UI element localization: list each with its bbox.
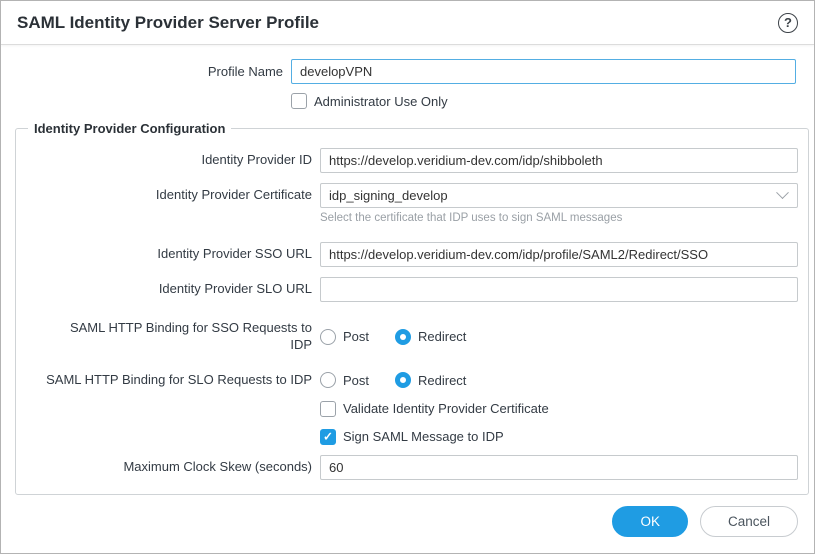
idp-config-fieldset: Identity Provider Configuration Identity… [15,121,809,495]
sso-binding-redirect-label: Redirect [418,329,466,344]
admin-only-checkbox[interactable] [291,93,307,109]
idp-cert-selected-value: idp_signing_develop [329,188,448,203]
sign-saml-checkbox[interactable] [320,429,336,445]
sign-saml-row: Sign SAML Message to IDP [26,429,798,445]
sign-saml-option[interactable]: Sign SAML Message to IDP [320,429,504,445]
idp-cert-hint: Select the certificate that IDP uses to … [320,212,798,224]
dialog-footer: OK Cancel [1,506,814,553]
sso-url-label: Identity Provider SSO URL [26,246,320,263]
validate-cert-option[interactable]: Validate Identity Provider Certificate [320,401,549,417]
slo-binding-redirect-option[interactable]: Redirect [395,372,466,388]
dialog-title: SAML Identity Provider Server Profile [17,13,319,33]
sso-url-input[interactable] [320,242,798,267]
profile-name-input[interactable] [291,59,796,84]
slo-binding-row: SAML HTTP Binding for SLO Requests to ID… [26,372,798,389]
slo-binding-post-label: Post [343,373,369,388]
clock-skew-input[interactable] [320,455,798,480]
sso-binding-options: Post Redirect [320,329,466,345]
sso-binding-post-option[interactable]: Post [320,329,369,345]
idp-config-legend: Identity Provider Configuration [28,121,231,136]
cancel-button[interactable]: Cancel [700,506,798,537]
sso-binding-row: SAML HTTP Binding for SSO Requests to ID… [26,320,798,354]
sso-binding-redirect-radio[interactable] [395,329,411,345]
idp-id-label: Identity Provider ID [26,152,320,169]
slo-binding-label: SAML HTTP Binding for SLO Requests to ID… [26,372,320,389]
saml-idp-profile-dialog: SAML Identity Provider Server Profile ? … [0,0,815,554]
sso-binding-label: SAML HTTP Binding for SSO Requests to ID… [26,320,320,354]
sso-binding-redirect-option[interactable]: Redirect [395,329,466,345]
ok-button[interactable]: OK [612,506,688,537]
idp-id-input[interactable] [320,148,798,173]
slo-url-input[interactable] [320,277,798,302]
idp-cert-row: Identity Provider Certificate idp_signin… [26,183,798,208]
validate-cert-label: Validate Identity Provider Certificate [343,401,549,416]
profile-name-row: Profile Name [1,59,796,84]
dialog-body: Profile Name Administrator Use Only Iden… [1,45,814,506]
sso-binding-post-radio[interactable] [320,329,336,345]
admin-only-row: Administrator Use Only [291,93,796,109]
help-icon[interactable]: ? [778,13,798,33]
chevron-down-icon [776,186,789,199]
slo-url-label: Identity Provider SLO URL [26,281,320,298]
slo-binding-redirect-label: Redirect [418,373,466,388]
clock-skew-label: Maximum Clock Skew (seconds) [26,459,320,476]
clock-skew-row: Maximum Clock Skew (seconds) [26,455,798,480]
slo-binding-post-option[interactable]: Post [320,372,369,388]
validate-cert-row: Validate Identity Provider Certificate [26,401,798,417]
sso-binding-post-label: Post [343,329,369,344]
sign-saml-label: Sign SAML Message to IDP [343,429,504,444]
slo-binding-post-radio[interactable] [320,372,336,388]
admin-only-label: Administrator Use Only [314,94,448,109]
profile-name-label: Profile Name [1,64,291,79]
idp-cert-select[interactable]: idp_signing_develop [320,183,798,208]
validate-cert-checkbox[interactable] [320,401,336,417]
dialog-header: SAML Identity Provider Server Profile ? [1,1,814,45]
slo-url-row: Identity Provider SLO URL [26,277,798,302]
sso-url-row: Identity Provider SSO URL [26,242,798,267]
idp-id-row: Identity Provider ID [26,148,798,173]
idp-cert-label: Identity Provider Certificate [26,187,320,204]
slo-binding-options: Post Redirect [320,372,466,388]
slo-binding-redirect-radio[interactable] [395,372,411,388]
